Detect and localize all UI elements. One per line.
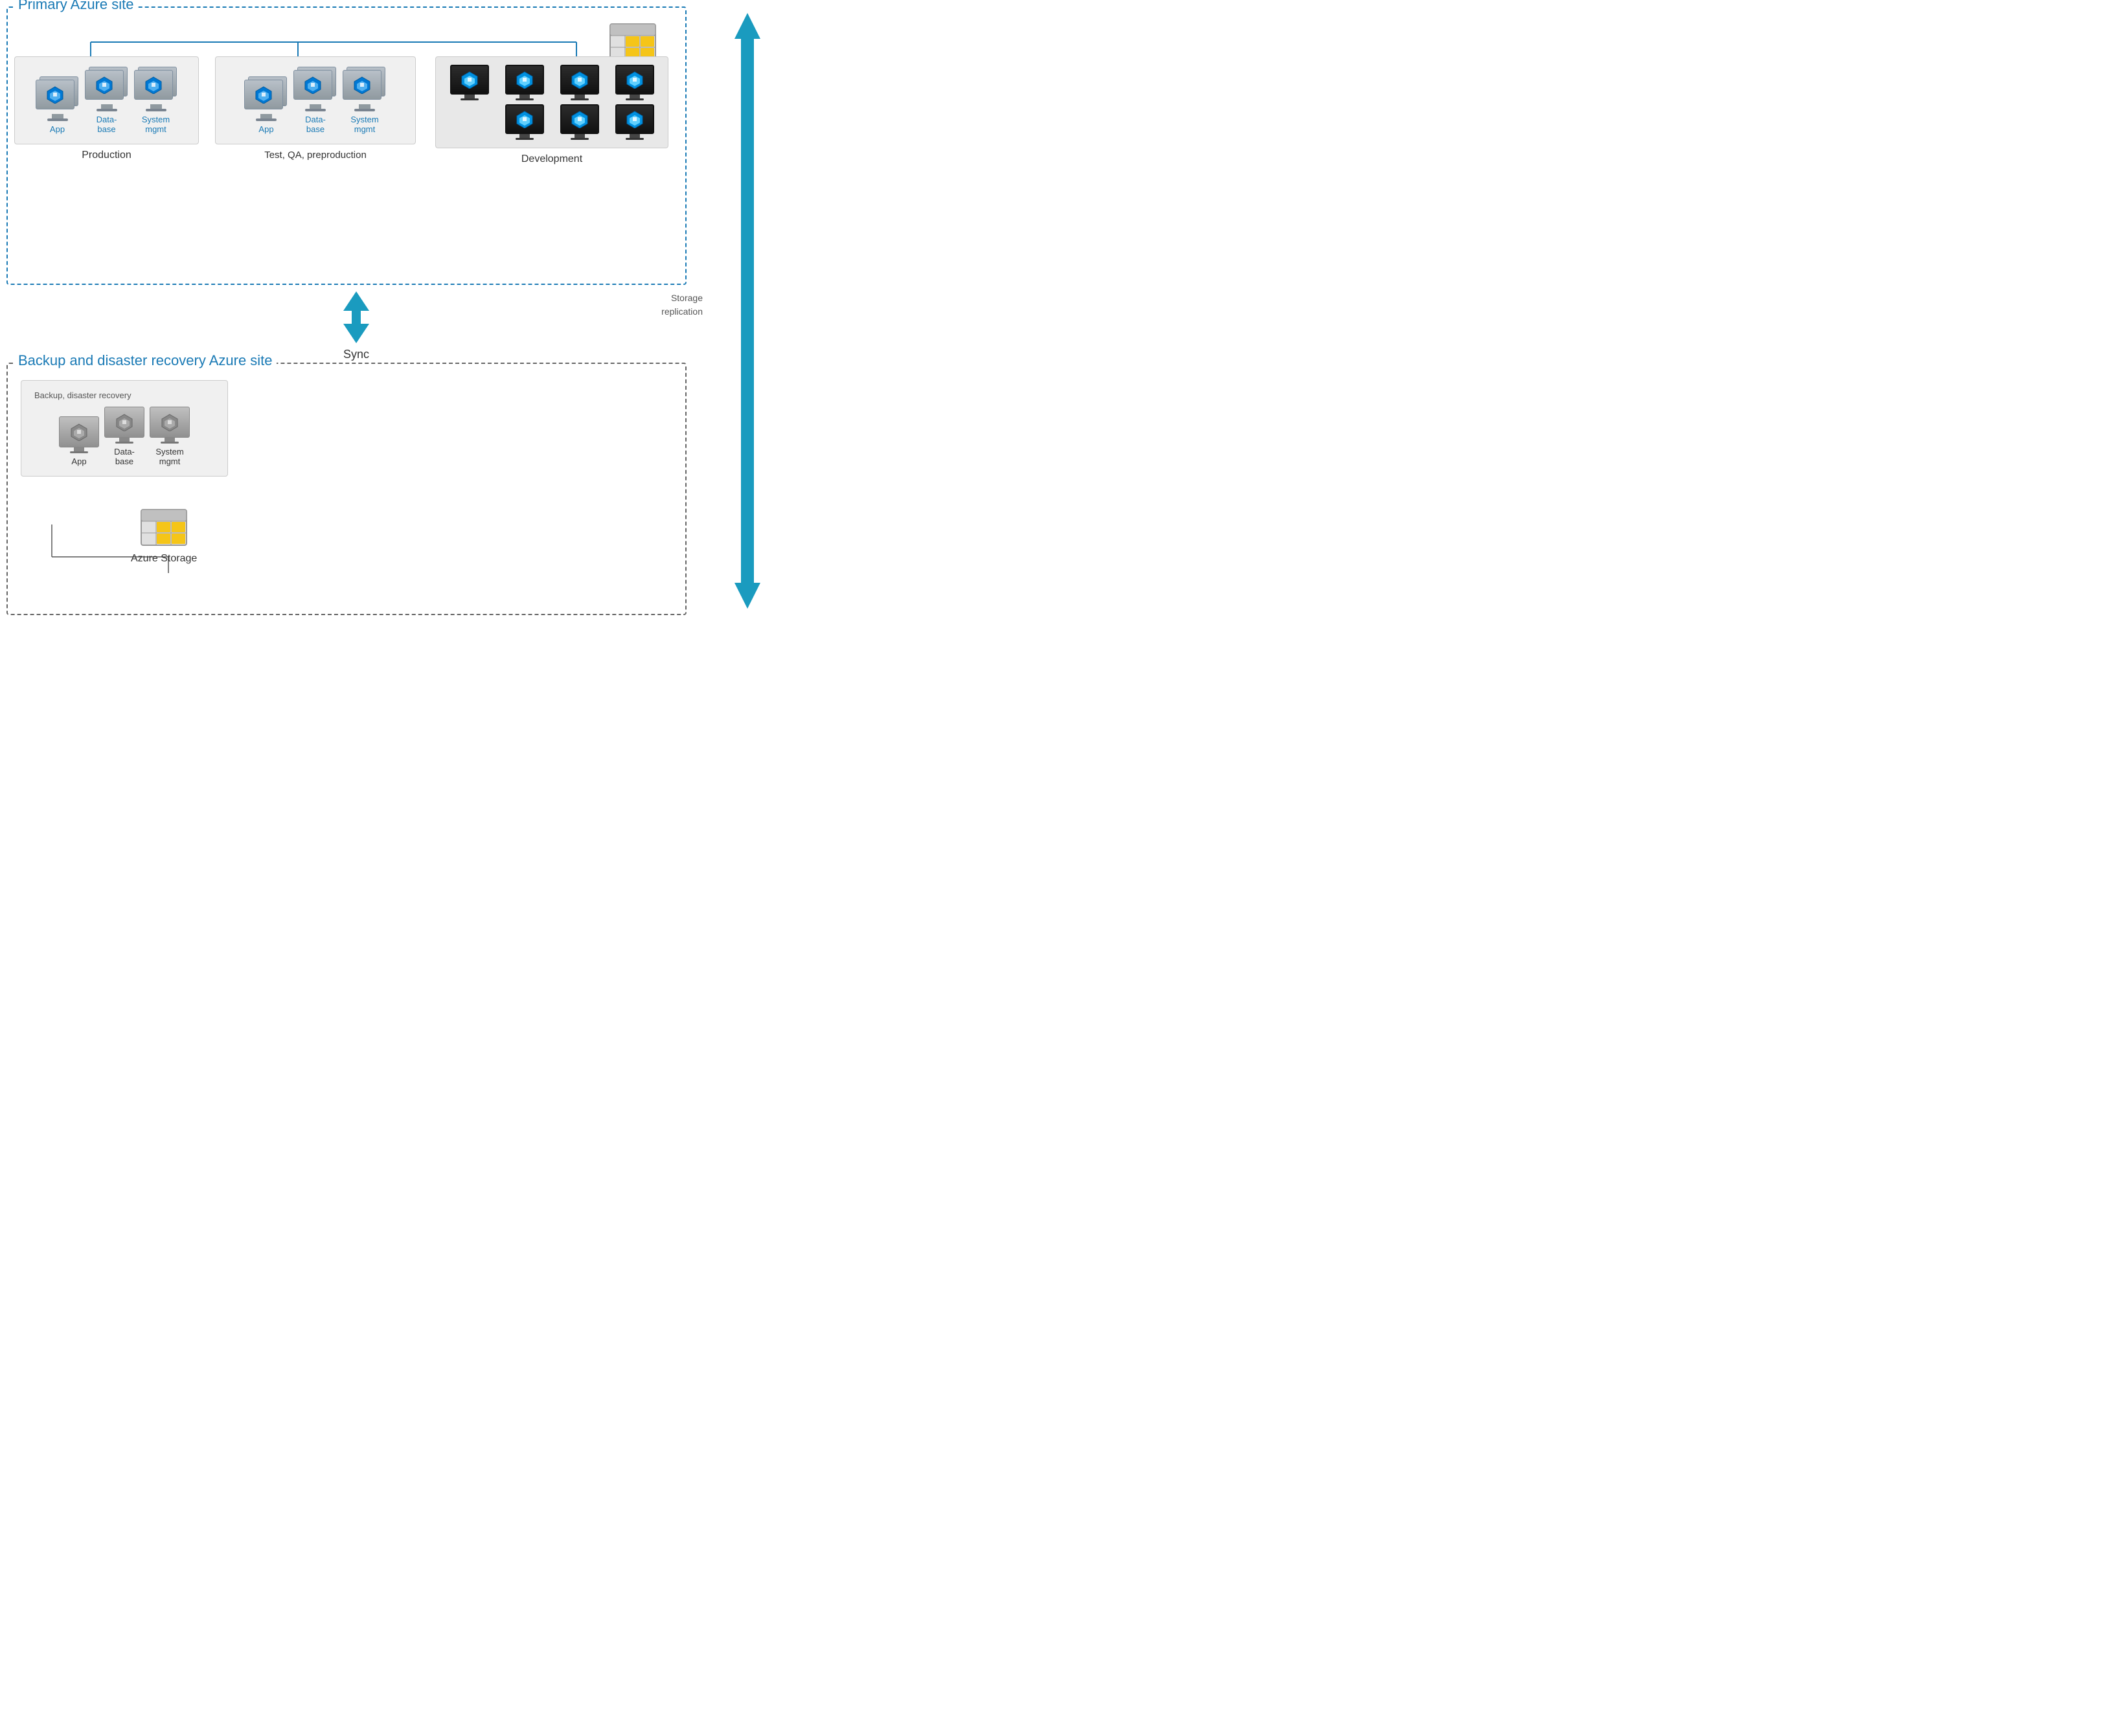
storage-replication-arrow	[732, 6, 763, 615]
backup-app-label: App	[71, 457, 86, 466]
primary-site-label: Primary Azure site	[14, 0, 138, 13]
storage-replication-label: Storage replication	[661, 291, 703, 319]
sync-area: Sync	[0, 288, 712, 361]
backup-group-label-text: Backup, disaster recovery	[34, 390, 214, 400]
backup-storage-container: Azure Storage	[131, 506, 197, 565]
test-db-vm: Data-base	[293, 67, 337, 134]
production-sys-vm: Systemmgmt	[134, 67, 178, 134]
production-group: App Data-base	[14, 56, 199, 161]
test-qa-box: App Data-base	[215, 56, 416, 144]
backup-sys-vm: Systemmgmt	[150, 407, 190, 466]
sync-double-arrow	[334, 288, 379, 346]
backup-site-label: Backup and disaster recovery Azure site	[14, 352, 277, 369]
big-vertical-arrow	[732, 6, 763, 615]
production-group-label: Production	[14, 150, 199, 161]
development-group-label: Development	[435, 153, 668, 165]
backup-site-boundary: Backup and disaster recovery Azure site …	[6, 363, 687, 615]
diagram-container: Primary Azure site Azure Storage	[0, 0, 777, 641]
production-sys-label: Systemmgmt	[142, 115, 170, 134]
test-db-label: Data-base	[305, 115, 326, 134]
backup-db-vm: Data-base	[104, 407, 144, 466]
backup-db-label: Data-base	[114, 447, 135, 466]
backup-vm-row: App Data-base	[34, 407, 214, 466]
sync-label: Sync	[343, 348, 369, 361]
dev-vm-4	[609, 65, 660, 100]
development-box	[435, 56, 668, 148]
production-box: App Data-base	[14, 56, 199, 144]
production-vm-row: App Data-base	[28, 67, 185, 134]
test-qa-group: App Data-base	[215, 56, 416, 161]
dev-vm-6	[554, 104, 605, 140]
test-app-vm: App	[244, 76, 288, 134]
production-db-vm: Data-base	[85, 67, 129, 134]
backup-inner-group: Backup, disaster recovery App	[21, 380, 228, 477]
dev-vm-5	[499, 104, 550, 140]
test-sys-vm: Systemmgmt	[343, 67, 387, 134]
sync-arrow-group: Sync	[334, 288, 379, 361]
backup-box: Backup, disaster recovery App	[21, 380, 228, 477]
production-app-label: App	[50, 124, 65, 134]
dev-vm-2	[499, 65, 550, 100]
development-group: Development	[435, 56, 668, 165]
backup-storage-label: Azure Storage	[131, 553, 197, 565]
dev-vm-grid	[444, 65, 660, 140]
storage-icon-backup	[138, 506, 190, 550]
backup-sys-label: Systemmgmt	[155, 447, 183, 466]
production-db-label: Data-base	[97, 115, 117, 134]
dev-vm-7	[609, 104, 660, 140]
backup-app-vm: App	[59, 416, 99, 466]
primary-site-boundary: Primary Azure site Azure Storage	[6, 6, 687, 285]
test-sys-label: Systemmgmt	[350, 115, 378, 134]
dev-vm-1	[444, 65, 495, 100]
test-qa-vm-row: App Data-base	[229, 67, 402, 134]
production-app-vm: App	[36, 76, 80, 134]
test-app-label: App	[258, 124, 273, 134]
dev-vm-3	[554, 65, 605, 100]
test-group-label: Test, QA, preproduction	[215, 150, 416, 161]
